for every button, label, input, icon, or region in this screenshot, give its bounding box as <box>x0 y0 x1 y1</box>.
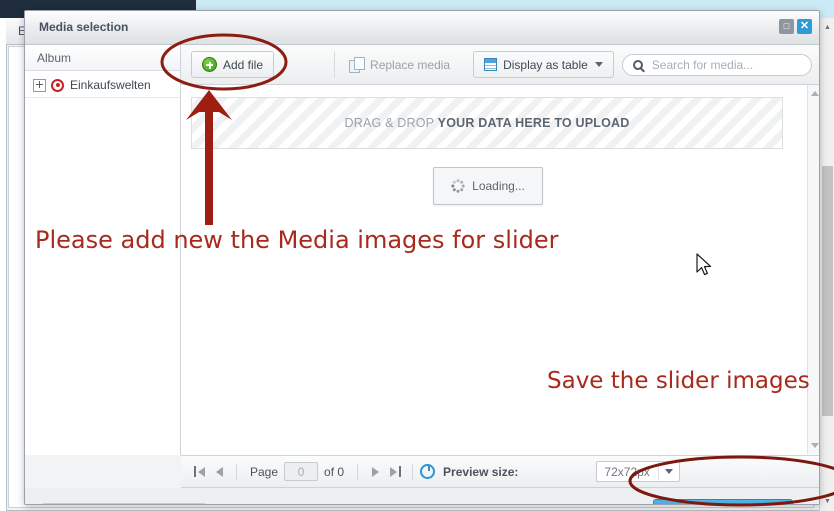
modal-footer: Apply selection <box>25 488 819 504</box>
target-icon <box>51 78 64 92</box>
album-panel: Album Einkaufswelten <box>25 45 181 455</box>
chevron-down-icon[interactable] <box>658 462 679 481</box>
modal-body: Album Einkaufswelten Add file Replace me… <box>25 45 819 504</box>
dropzone-text-bold: YOUR DATA HERE TO UPLOAD <box>437 116 630 130</box>
replace-media-icon <box>349 57 366 73</box>
divider <box>357 463 359 480</box>
chevron-down-icon[interactable] <box>811 443 819 448</box>
prev-page-icon[interactable] <box>209 462 229 482</box>
media-pane: Add file Replace media Display as table <box>181 45 819 455</box>
media-scrollbar[interactable] <box>807 85 819 454</box>
divider <box>236 463 237 480</box>
page-scrollbar[interactable]: ▲ ▼ <box>819 18 834 511</box>
page-scroll-down-icon[interactable]: ▼ <box>820 494 834 509</box>
album-tree-item-label: Einkaufswelten <box>70 78 151 92</box>
footer-search-field[interactable] <box>35 503 213 504</box>
preview-size-select[interactable]: 72x72px <box>596 461 681 482</box>
dropzone-text-light: DRAG & DROP <box>344 116 438 130</box>
page-total-label: of 0 <box>324 464 345 479</box>
media-content-area: DRAG & DROP YOUR DATA HERE TO UPLOAD Loa… <box>181 85 819 454</box>
page-number-input[interactable] <box>284 462 319 481</box>
album-tree-item-einkaufswelten[interactable]: Einkaufswelten <box>25 73 180 98</box>
media-search-field[interactable] <box>621 53 812 76</box>
divider <box>412 463 414 480</box>
album-header-label: Album <box>37 51 72 65</box>
display-as-table-label: Display as table <box>503 57 588 72</box>
window-controls: □ ✕ <box>779 19 812 34</box>
plus-circle-green-icon <box>202 57 217 72</box>
table-grid-icon <box>484 58 498 71</box>
replace-media-button[interactable]: Replace media <box>334 51 461 78</box>
chevron-up-icon[interactable] <box>811 91 819 96</box>
preview-size-label: Preview size: <box>443 464 519 479</box>
page-scroll-up-icon[interactable]: ▲ <box>820 20 834 35</box>
display-as-table-button[interactable]: Display as table <box>473 51 614 78</box>
pagination-bar: Page of 0 Preview size: 72x72px <box>181 455 819 488</box>
spinner-icon <box>451 179 465 193</box>
page-label: Page <box>250 464 279 479</box>
last-page-icon[interactable] <box>385 462 405 482</box>
close-icon[interactable]: ✕ <box>797 19 812 34</box>
preview-size-value: 72x72px <box>604 464 650 479</box>
next-page-icon[interactable] <box>365 462 385 482</box>
expand-plus-icon[interactable] <box>33 78 46 92</box>
chevron-down-icon[interactable] <box>594 62 603 67</box>
loading-indicator: Loading... <box>433 167 543 205</box>
media-search-input[interactable] <box>649 56 801 73</box>
replace-media-label: Replace media <box>370 57 451 72</box>
page-scrollbar-thumb[interactable] <box>822 166 833 416</box>
upload-dropzone[interactable]: DRAG & DROP YOUR DATA HERE TO UPLOAD <box>191 97 783 149</box>
maximize-icon[interactable]: □ <box>779 19 794 34</box>
modal-title: Media selection <box>39 20 129 34</box>
apply-selection-button[interactable]: Apply selection <box>653 499 793 504</box>
media-toolbar: Add file Replace media Display as table <box>181 45 819 85</box>
media-selection-modal: Media selection □ ✕ Album Einkaufswelten <box>24 10 820 505</box>
add-file-label: Add file <box>223 57 264 72</box>
loading-label: Loading... <box>472 179 525 193</box>
album-panel-header: Album <box>25 45 180 71</box>
search-icon <box>632 59 643 70</box>
dropzone-text: DRAG & DROP YOUR DATA HERE TO UPLOAD <box>344 116 629 130</box>
refresh-icon[interactable] <box>420 464 436 479</box>
add-file-button[interactable]: Add file <box>191 51 275 78</box>
modal-titlebar[interactable]: Media selection □ ✕ <box>25 11 819 45</box>
album-tree: Einkaufswelten <box>25 71 180 98</box>
first-page-icon[interactable] <box>189 462 209 482</box>
